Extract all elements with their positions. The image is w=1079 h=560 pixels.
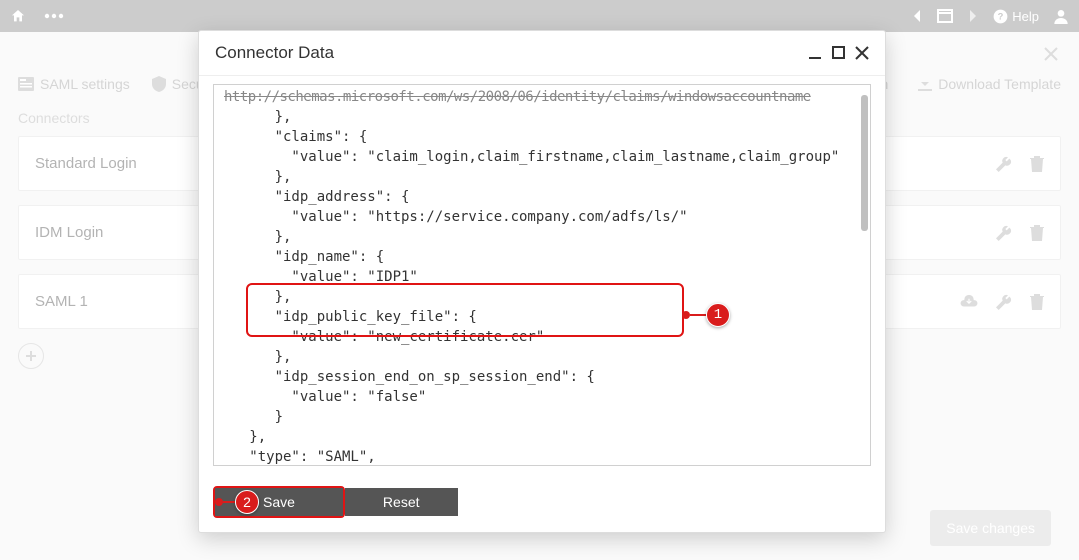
dialog-title: Connector Data — [215, 43, 334, 63]
code-editor[interactable]: http://schemas.microsoft.com/ws/2008/06/… — [213, 84, 871, 466]
close-icon[interactable] — [855, 46, 869, 60]
callout-1: 1 — [682, 303, 730, 327]
callout-number: 1 — [706, 303, 730, 327]
code-content: http://schemas.microsoft.com/ws/2008/06/… — [224, 87, 860, 466]
minimize-icon[interactable] — [808, 46, 822, 60]
connector-data-dialog: Connector Data http://schemas.microsoft.… — [198, 30, 886, 533]
callout-2: 2 — [215, 490, 259, 514]
save-label: Save — [263, 494, 295, 510]
reset-label: Reset — [383, 494, 420, 510]
callout-highlight-1 — [246, 283, 684, 337]
reset-button[interactable]: Reset — [345, 488, 458, 516]
maximize-icon[interactable] — [832, 46, 845, 60]
scrollbar-thumb[interactable] — [861, 95, 868, 231]
callout-number: 2 — [235, 490, 259, 514]
